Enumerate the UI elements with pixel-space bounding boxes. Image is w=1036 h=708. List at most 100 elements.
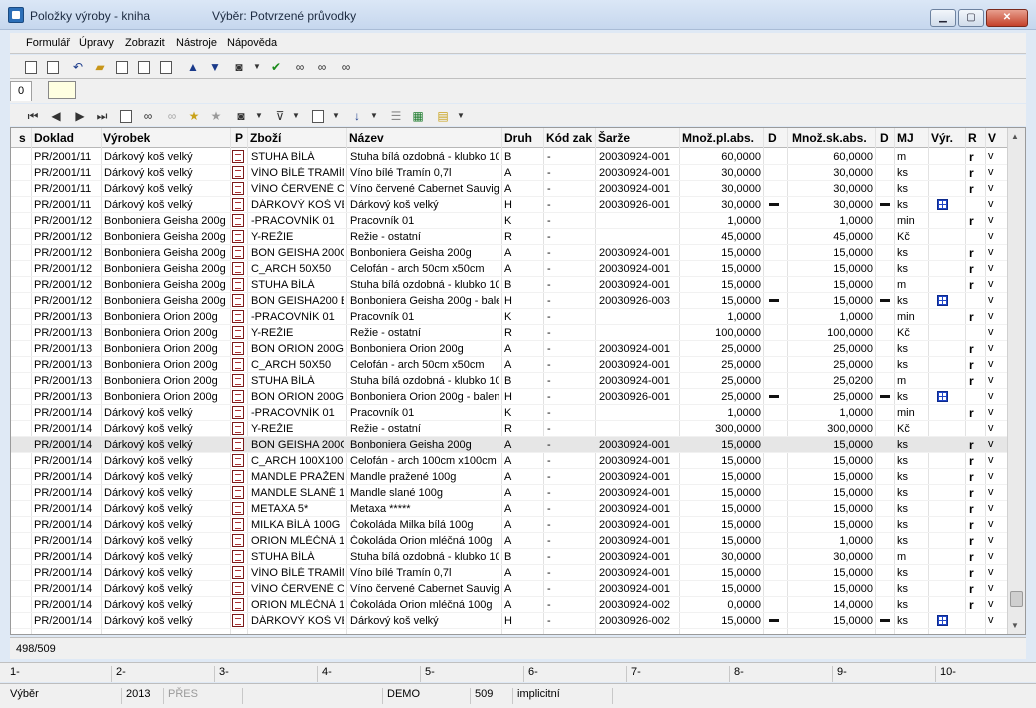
table-row[interactable]: PR/2001/13 Bonboniera Orion 200g BON ORION… [11,341,1007,357]
arrow-down-icon[interactable]: ▼ [207,59,223,75]
col-mnoz-pl[interactable]: Množ.pl.abs. [682,131,754,145]
table-row[interactable]: PR/2001/14 Dárkový koš velký MILKA BÍLÁ 10… [11,517,1007,533]
document-icon[interactable] [232,342,244,355]
document-icon[interactable] [232,614,244,627]
table-row[interactable]: PR/2001/14 Dárkový koš velký C_ARCH 100X10… [11,453,1007,469]
table-row[interactable]: PR/2001/13 Bonboniera Orion 200g BON ORION… [11,389,1007,405]
find-icon[interactable]: ∞ [140,108,156,124]
refresh-icon[interactable] [120,110,132,123]
document-icon[interactable] [232,294,244,307]
table-row[interactable]: PR/2001/14 Dárkový koš velký MANDLE PRAŽEN… [11,469,1007,485]
binoculars-prev-icon[interactable]: ∞ [338,59,354,75]
table-row[interactable]: PR/2001/14 Dárkový koš velký VÍNO ČERVENÉ … [11,581,1007,597]
find-gray-icon[interactable]: ∞ [164,108,180,124]
scroll-up-icon[interactable]: ▲ [1011,132,1019,141]
columns-icon[interactable] [312,110,324,123]
camera-icon[interactable]: ◙ [231,59,247,75]
document-icon[interactable] [232,486,244,499]
production-grid-icon[interactable] [937,295,948,306]
table-row[interactable]: PR/2001/12 Bonboniera Geisha 200g C_ARCH 5… [11,261,1007,277]
document-icon[interactable] [232,534,244,547]
sort-icon[interactable]: ↓ [349,108,365,124]
col-r[interactable]: R [968,131,977,145]
table-row[interactable]: PR/2001/14 Dárkový koš velký ORION MLÉČNÁ … [11,597,1007,613]
table-row[interactable]: PR/2001/14 Dárkový koš velký DÁRKOVÝ KOŠ V… [11,613,1007,629]
menu-upravy[interactable]: Úpravy [79,37,114,49]
tab-input[interactable] [48,81,76,99]
col-vyrobek[interactable]: Výrobek [103,131,150,145]
document-icon[interactable] [232,198,244,211]
prev-icon[interactable]: ◀ [48,108,64,124]
col-s[interactable]: s [19,131,26,145]
maximize-button[interactable]: ▢ [958,9,984,27]
table-row[interactable]: PR/2001/14 Dárkový koš velký STUHA BÍLÁ Stu… [11,549,1007,565]
col-zbozi[interactable]: Zboží [250,131,281,145]
dropdown-icon[interactable]: ▼ [255,108,263,124]
star-remove-icon[interactable]: ★ [208,108,224,124]
fkey-10[interactable]: 10- [935,666,956,682]
table-row[interactable]: PR/2001/12 Bonboniera Geisha 200g STUHA BÍ… [11,277,1007,293]
table-row[interactable]: PR/2001/14 Dárkový koš velký BON GEISHA 20… [11,437,1007,453]
filter-icon[interactable]: ⊽ [272,108,288,124]
document-icon[interactable] [232,454,244,467]
document-icon[interactable] [232,310,244,323]
undo-icon[interactable]: ↶ [70,59,86,75]
table-row[interactable]: PR/2001/11 Dárkový koš velký STUHA BÍLÁ Stu… [11,149,1007,165]
fkey-3[interactable]: 3- [214,666,229,682]
document-icon[interactable] [232,438,244,451]
dropdown-icon[interactable]: ▼ [292,108,300,124]
document-icon[interactable] [232,470,244,483]
table-row[interactable]: PR/2001/13 Bonboniera Orion 200g STUHA BÍL… [11,373,1007,389]
document-icon[interactable] [232,358,244,371]
star-add-icon[interactable]: ★ [186,108,202,124]
report-icon[interactable]: ▤ [435,108,451,124]
document-icon[interactable] [232,390,244,403]
list-icon[interactable]: ☰ [388,108,404,124]
document-icon[interactable] [232,374,244,387]
dropdown-icon[interactable]: ▼ [457,108,465,124]
camera-icon[interactable]: ◙ [233,108,249,124]
scroll-thumb[interactable] [1010,591,1023,607]
table-row[interactable]: PR/2001/13 Bonboniera Orion 200g -PRACOVNÍ… [11,309,1007,325]
col-d1[interactable]: D [768,131,777,145]
dropdown-icon[interactable]: ▼ [332,108,340,124]
document-icon[interactable] [232,566,244,579]
open-folder-icon[interactable]: ▰ [92,59,108,75]
document-icon[interactable] [232,598,244,611]
first-icon[interactable]: ⏮ [25,108,41,124]
col-druh[interactable]: Druh [504,131,532,145]
minimize-button[interactable]: ▁ [930,9,956,27]
table-row[interactable]: PR/2001/14 Dárkový koš velký -PRACOVNÍK 01… [11,405,1007,421]
document-icon[interactable] [232,150,244,163]
table-row[interactable]: PR/2001/12 Bonboniera Geisha 200g Y-REŽIE R… [11,229,1007,245]
table-row[interactable]: PR/2001/14 Dárkový koš velký METAXA 5* Meta… [11,501,1007,517]
copy-icon[interactable] [138,61,150,74]
data-grid[interactable]: s Doklad Výrobek P Zboží Název Druh Kód … [10,127,1026,635]
document-icon[interactable] [232,326,244,339]
document-icon[interactable] [232,502,244,515]
table-row[interactable]: PR/2001/14 Dárkový koš velký Y-REŽIE Režie … [11,421,1007,437]
document-icon[interactable] [232,518,244,531]
document-icon[interactable] [232,246,244,259]
table-row[interactable]: PR/2001/12 Bonboniera Geisha 200g -PRACOVN… [11,213,1007,229]
col-v[interactable]: V [988,131,996,145]
fkey-4[interactable]: 4- [317,666,332,682]
binoculars-next-icon[interactable]: ∞ [314,59,330,75]
fkey-6[interactable]: 6- [523,666,538,682]
scroll-down-icon[interactable]: ▼ [1011,621,1019,630]
col-p[interactable]: P [235,131,243,145]
save-icon[interactable] [25,61,37,74]
document-icon[interactable] [232,550,244,563]
book-icon[interactable] [160,61,172,74]
col-sarze[interactable]: Šarže [598,131,630,145]
dropdown-icon[interactable]: ▼ [253,59,261,75]
document-icon[interactable] [232,422,244,435]
table-row[interactable]: PR/2001/11 Dárkový koš velký VÍNO BÍLÉ TRA… [11,165,1007,181]
save-as-icon[interactable] [47,61,59,74]
menu-formular[interactable]: Formulář [26,37,70,49]
check-green-icon[interactable]: ✔ [268,59,284,75]
next-icon[interactable]: ▶ [72,108,88,124]
col-mnoz-sk[interactable]: Množ.sk.abs. [792,131,867,145]
table-row[interactable]: PR/2001/14 Dárkový koš velký MANDLE SLANÉ … [11,485,1007,501]
document-icon[interactable] [232,278,244,291]
